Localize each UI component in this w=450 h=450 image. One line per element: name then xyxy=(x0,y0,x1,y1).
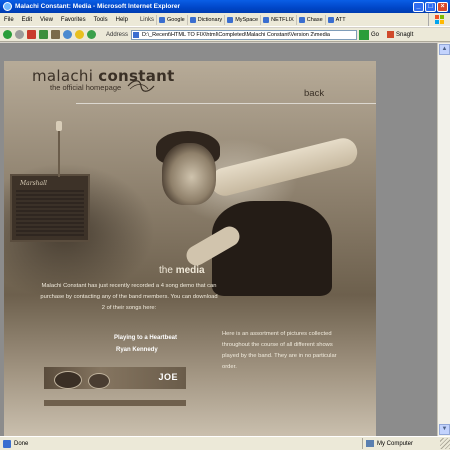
link-label: Dictionary xyxy=(197,16,223,23)
link-label: NETFLIX xyxy=(271,16,294,23)
snagit-button[interactable]: SnagIt xyxy=(387,31,413,38)
back-icon[interactable] xyxy=(3,30,12,39)
member-thumbnail-joe[interactable]: JOE xyxy=(44,367,186,389)
link-chase[interactable]: Chase xyxy=(295,14,325,25)
menu-file[interactable]: File xyxy=(0,17,18,23)
snagit-icon xyxy=(387,31,395,38)
windows-logo-icon xyxy=(428,13,450,26)
links-label: Links xyxy=(139,16,154,23)
page-icon xyxy=(298,16,305,23)
amplifier-image: Marshall xyxy=(10,174,90,242)
band-photo: Marshall xyxy=(4,61,376,450)
refresh-icon[interactable] xyxy=(39,30,48,39)
page-icon xyxy=(189,16,196,23)
member-thumbnail-next[interactable] xyxy=(44,400,186,406)
computer-icon xyxy=(366,440,374,447)
link-label: Chase xyxy=(306,16,323,23)
menu-view[interactable]: View xyxy=(36,17,57,23)
page-done-icon xyxy=(3,439,11,448)
maximize-button[interactable]: □ xyxy=(425,1,436,12)
stop-icon[interactable] xyxy=(27,30,36,39)
swirl-ornament-icon xyxy=(127,80,155,92)
title-bar[interactable]: Malachi Constant: Media - Microsoft Inte… xyxy=(0,0,450,13)
address-input[interactable]: D:\_Recent\HTML TO FIX\html\Completed\Ma… xyxy=(131,29,358,40)
zone-label: My Computer xyxy=(377,440,414,447)
address-value: D:\_Recent\HTML TO FIX\html\Completed\Ma… xyxy=(142,31,330,38)
scroll-down-icon[interactable]: ▼ xyxy=(439,424,450,435)
status-bar: Done My Computer xyxy=(0,436,450,450)
member-label: JOE xyxy=(158,372,178,382)
home-icon[interactable] xyxy=(51,30,60,39)
link-myspace[interactable]: MySpace xyxy=(224,14,260,25)
amp-brand-logo: Marshall xyxy=(20,180,47,187)
page-icon xyxy=(227,16,234,23)
menu-help[interactable]: Help xyxy=(112,17,132,23)
window-title: Malachi Constant: Media - Microsoft Inte… xyxy=(15,3,181,10)
menu-favorites[interactable]: Favorites xyxy=(57,17,90,23)
page-icon xyxy=(263,16,270,23)
scroll-up-icon[interactable]: ▲ xyxy=(439,44,450,55)
song-artist: Ryan Kennedy xyxy=(116,347,158,353)
security-zone: My Computer xyxy=(362,438,440,449)
search-icon[interactable] xyxy=(63,30,72,39)
page-icon xyxy=(327,16,334,23)
page-icon xyxy=(133,31,140,38)
link-label: Google xyxy=(166,16,185,23)
site-page: Marshall malachi constant the official h… xyxy=(4,61,376,450)
menu-edit[interactable]: Edit xyxy=(18,17,36,23)
minimize-button[interactable]: _ xyxy=(413,1,424,12)
ie-icon xyxy=(3,2,12,11)
intro-paragraph: Malachi Constant has just recently recor… xyxy=(40,283,218,311)
resize-grip-icon[interactable] xyxy=(440,438,450,449)
go-arrow-icon[interactable] xyxy=(359,29,370,40)
browser-content: Marshall malachi constant the official h… xyxy=(0,43,437,450)
back-link[interactable]: back xyxy=(304,88,324,99)
close-button[interactable]: × xyxy=(437,1,448,12)
media-icon[interactable] xyxy=(87,30,96,39)
section-title: the media xyxy=(159,265,205,276)
header-divider xyxy=(76,103,376,104)
singer-image xyxy=(162,143,216,205)
title-light: the xyxy=(159,265,176,276)
link-netflix[interactable]: NETFLIX xyxy=(260,14,296,25)
title-bold: media xyxy=(175,265,205,276)
song-download-link[interactable]: Playing to a Heartbeat xyxy=(114,335,177,341)
vertical-scrollbar[interactable]: ▲ ▼ xyxy=(437,43,450,436)
link-google[interactable]: Google xyxy=(155,14,187,25)
forward-icon[interactable] xyxy=(15,30,24,39)
link-label: ATT xyxy=(335,16,346,23)
gallery-paragraph: Here is an assortment of pictures collec… xyxy=(222,331,337,370)
favorites-icon[interactable] xyxy=(75,30,84,39)
menu-tools[interactable]: Tools xyxy=(90,17,112,23)
status-text: Done xyxy=(14,440,29,447)
toolbar: Address D:\_Recent\HTML TO FIX\html\Comp… xyxy=(0,28,450,42)
window-controls: _ □ × xyxy=(413,1,448,12)
address-label: Address xyxy=(106,31,129,38)
menu-bar: File Edit View Favorites Tools Help Link… xyxy=(0,13,450,27)
link-label: MySpace xyxy=(235,16,259,23)
microphone-image xyxy=(56,121,62,131)
go-button[interactable]: Go xyxy=(371,32,379,38)
google-icon xyxy=(158,16,165,23)
link-att[interactable]: ATT xyxy=(324,14,348,25)
link-dictionary[interactable]: Dictionary xyxy=(186,14,224,25)
snagit-label: SnagIt xyxy=(396,31,414,38)
